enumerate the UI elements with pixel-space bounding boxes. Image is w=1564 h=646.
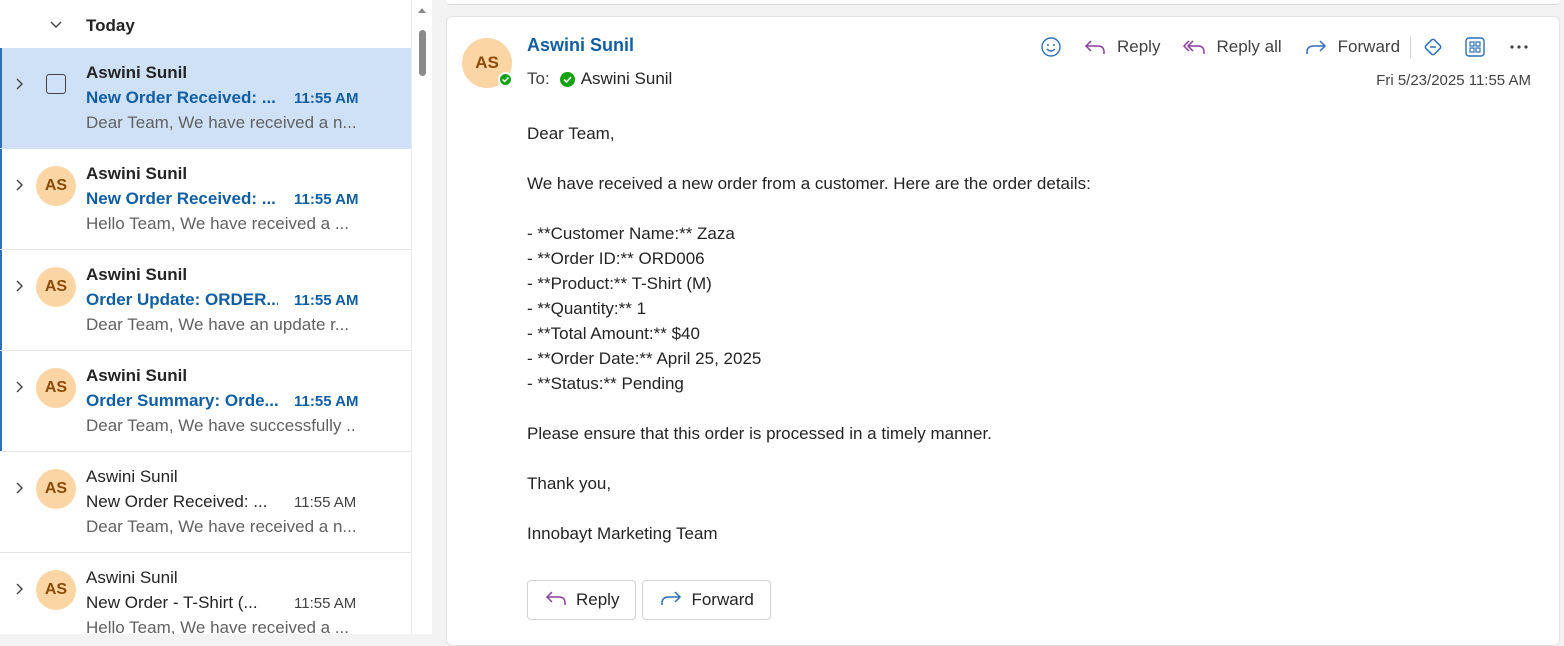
message-sender: Aswini Sunil [86,63,188,82]
apps-button[interactable] [1463,33,1487,61]
message-sender: Aswini Sunil [86,265,188,284]
message-preview: Dear Team, We have received a n... [86,517,356,536]
group-header-today[interactable]: Today [0,0,411,48]
message-subject: Order Summary: Orde... [86,391,278,410]
message-preview: Hello Team, We have received a ... [86,618,350,634]
loop-icon [1421,35,1445,59]
to-label: To: [527,69,550,88]
chevron-right-icon[interactable] [13,581,27,597]
top-divider [446,0,1560,5]
recipient-line: To: Aswini Sunil [527,69,672,89]
message-time: 11:55 AM [294,494,357,511]
reply-button[interactable]: Reply [527,580,637,620]
sender-name[interactable]: Aswini Sunil [527,35,634,56]
forward-icon [659,588,683,613]
scrollbar-thumb[interactable] [419,30,426,76]
chevron-right-icon[interactable] [13,177,27,193]
chevron-right-icon[interactable] [13,480,27,496]
body-greeting: Dear Team, [527,124,615,143]
message-sender: Aswini Sunil [86,467,178,486]
message-list-scrollbar[interactable] [411,0,432,634]
scroll-up-arrow-icon[interactable] [418,8,426,13]
apps-grid-icon [1463,35,1487,59]
forward-button[interactable]: Forward [642,580,771,620]
smiley-icon [1039,35,1063,59]
reply-all-button[interactable]: Reply all [1182,33,1282,61]
list-item[interactable]: Aswini Sunil New Order Received: ... 11:… [0,48,411,149]
message-time: 11:55 AM [294,90,359,107]
body-request: Please ensure that this order is process… [527,424,992,443]
detail-line: - **Total Amount:** $40 [527,324,700,343]
message-subject: New Order Received: ... [86,88,276,107]
body-signature: Innobayt Marketing Team [527,524,718,543]
message-body: Dear Team, We have received a new order … [527,121,1427,546]
reply-all-icon [1182,35,1206,59]
list-item[interactable]: AS Aswini Sunil New Order Received: ... … [0,452,411,553]
chevron-right-icon[interactable] [13,278,27,294]
avatar: AS [36,570,76,610]
presence-available-icon [559,71,575,87]
message-subject: Order Update: ORDER... [86,290,278,309]
detail-line: - **Customer Name:** Zaza [527,224,735,243]
avatar: AS [36,267,76,307]
message-list-pane: Today Aswini Sunil New Order Received: .… [0,0,432,634]
reply-label: Reply [1117,37,1161,56]
message-time: 11:55 AM [294,191,359,208]
message-sender: Aswini Sunil [86,568,178,587]
avatar: AS [36,368,76,408]
reply-icon [1083,35,1107,59]
message-sender: Aswini Sunil [86,366,188,385]
chevron-right-icon[interactable] [13,76,27,92]
list-item[interactable]: AS Aswini Sunil New Order Received: ... … [0,149,411,250]
forward-label: Forward [691,590,754,609]
list-item[interactable]: AS Aswini Sunil New Order - T-Shirt (...… [0,553,411,634]
body-intro: We have received a new order from a cust… [527,174,1091,193]
message-time: 11:55 AM [294,595,357,612]
avatar: AS [36,469,76,509]
more-horizontal-icon [1507,35,1531,59]
detail-line: - **Status:** Pending [527,374,684,393]
avatar: AS [36,166,76,206]
message-subject: New Order Received: ... [86,189,276,208]
message-subject: New Order - T-Shirt (... [86,593,258,612]
forward-label: Forward [1337,37,1401,56]
list-item[interactable]: AS Aswini Sunil Order Summary: Orde... 1… [0,351,411,452]
reply-all-label: Reply all [1216,37,1282,56]
message-preview: Dear Team, We have received a n... [86,113,356,132]
detail-line: - **Product:** T-Shirt (M) [527,274,712,293]
chevron-right-icon[interactable] [13,379,27,395]
forward-button[interactable]: Forward [1304,33,1400,61]
message-subject: New Order Received: ... [86,492,268,511]
reply-icon [544,588,568,613]
message-toolbar: Reply Reply all Forward [1039,33,1531,61]
select-checkbox[interactable] [46,74,66,94]
detail-line: - **Quantity:** 1 [527,299,647,318]
message-time: 11:55 AM [294,393,359,410]
message-preview: Dear Team, We have an update r... [86,315,350,334]
reply-label: Reply [576,590,620,609]
message-sender: Aswini Sunil [86,164,188,183]
list-item[interactable]: AS Aswini Sunil Order Update: ORDER... 1… [0,250,411,351]
reply-button[interactable]: Reply [1083,33,1160,61]
quick-actions: Reply Forward [527,580,771,620]
detail-line: - **Order ID:** ORD006 [527,249,705,268]
chevron-down-icon[interactable] [46,14,66,34]
group-label: Today [86,16,135,35]
message-time: 11:55 AM [294,292,359,309]
more-actions-button[interactable] [1507,33,1531,61]
recipient-name[interactable]: Aswini Sunil [581,69,673,89]
emoji-reaction-button[interactable] [1039,33,1063,61]
message-preview: Dear Team, We have successfully ... [86,416,356,435]
forward-icon [1304,35,1328,59]
reading-pane: AS Aswini Sunil To: Aswini Sunil Fri 5/2… [446,16,1560,646]
loop-component-button[interactable] [1421,33,1445,61]
detail-line: - **Order Date:** April 25, 2025 [527,349,762,368]
presence-available-icon [498,72,513,87]
toolbar-divider [1410,36,1412,58]
message-preview: Hello Team, We have received a ... [86,214,350,233]
body-closing: Thank you, [527,474,612,493]
message-date: Fri 5/23/2025 11:55 AM [1376,72,1531,89]
